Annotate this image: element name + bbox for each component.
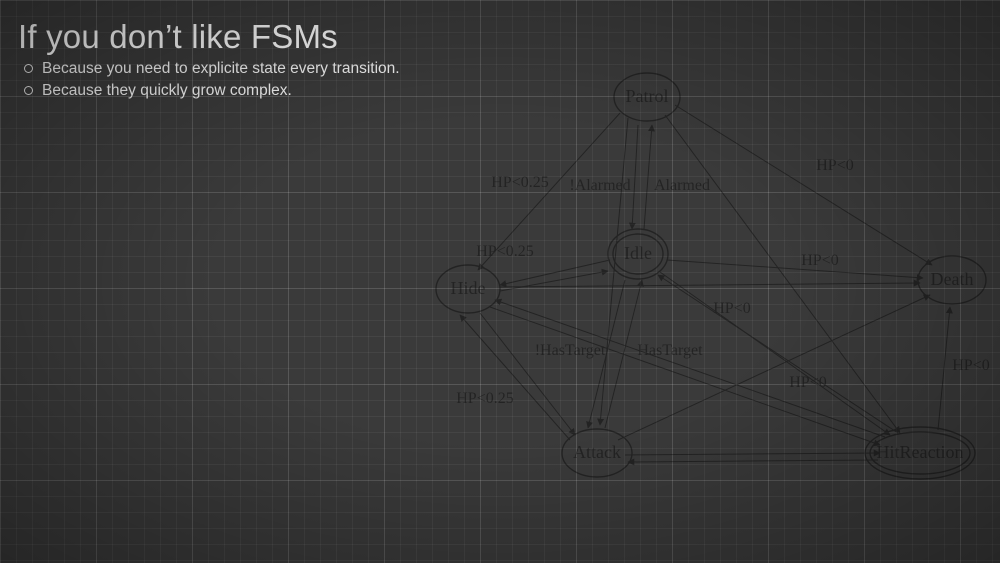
bullet-text: Because you need to explicite state ever…: [42, 60, 400, 77]
edge-label: HP<0.25: [476, 243, 533, 260]
state-node-patrol: Patrol: [614, 73, 680, 121]
node-label: Hide: [451, 278, 486, 298]
edge-label: HasTarget: [637, 342, 703, 359]
slide-title: If you don’t like FSMs: [18, 18, 338, 56]
edge-label: HP<0.25: [491, 174, 548, 191]
fsm-diagram: !Alarmed Alarmed HP<0.25 HP<0 !HasTarget…: [400, 55, 1000, 525]
node-label: Patrol: [626, 86, 669, 106]
node-label: Idle: [624, 243, 652, 263]
state-node-attack: Attack: [562, 429, 632, 477]
state-node-hitreaction: HitReaction: [865, 427, 975, 479]
edge-label: HP<0: [952, 357, 989, 374]
edge-label: HP<0: [801, 252, 838, 269]
node-label: Attack: [573, 442, 621, 462]
edge-label: Alarmed: [654, 177, 710, 194]
state-node-death: Death: [918, 256, 986, 304]
bullet-item: Because they quickly grow complex.: [20, 80, 400, 102]
edge-label: HP<0: [816, 157, 853, 174]
bullet-list: Because you need to explicite state ever…: [20, 58, 400, 103]
state-node-idle: Idle: [608, 229, 668, 279]
edge-label: HP<0.25: [456, 390, 513, 407]
edge-label: HP<0: [713, 300, 750, 317]
bullet-item: Because you need to explicite state ever…: [20, 58, 400, 80]
node-label: HitReaction: [877, 442, 964, 462]
bullet-text: Because they quickly grow complex.: [42, 82, 292, 99]
state-node-hide: Hide: [436, 265, 500, 313]
node-label: Death: [931, 269, 974, 289]
